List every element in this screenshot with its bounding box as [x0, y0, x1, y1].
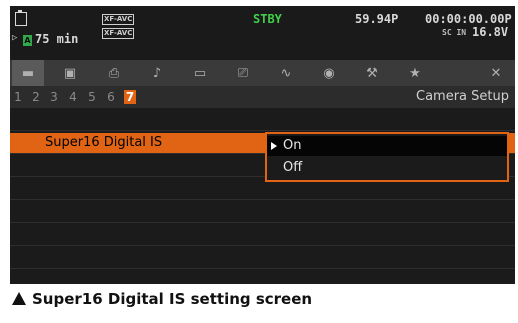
page-7[interactable]: 7 — [124, 90, 136, 104]
voltage: 16.8V — [472, 25, 509, 39]
page-title: Camera Setup — [416, 89, 509, 104]
menu-row — [10, 246, 515, 269]
menu-row — [10, 200, 515, 223]
close-icon[interactable]: ✕ — [480, 60, 512, 86]
battery-label: SC IN — [442, 28, 467, 37]
tab-network-icon[interactable]: ◉ — [313, 60, 345, 86]
media-indicator-icon: ▷ — [12, 33, 18, 43]
page-6[interactable]: 6 — [105, 90, 117, 104]
triangle-icon — [12, 292, 26, 305]
tab-playback-icon[interactable]: ⎚ — [227, 60, 259, 86]
option-on[interactable]: On — [267, 136, 507, 156]
tab-audio-icon[interactable]: ♪ — [141, 60, 173, 86]
menu-tab-bar: ▬ ▣ ⎙ ♪ ▭ ⎚ ∿ ◉ ⚒ ★ ✕ — [10, 60, 515, 86]
tab-monitor-icon[interactable]: ▭ — [184, 60, 216, 86]
tab-recording-setup-icon[interactable]: ⎙ — [98, 60, 130, 86]
page-3[interactable]: 3 — [48, 90, 60, 104]
tab-camera-icon[interactable]: ▬ — [12, 60, 44, 86]
menu-row — [10, 269, 515, 284]
tab-system-setup-icon[interactable]: ⚒ — [356, 60, 388, 86]
tab-image-icon[interactable]: ▣ — [54, 60, 86, 86]
page-selector: 1 2 3 4 5 6 7 Camera Setup — [10, 86, 515, 108]
menu-item-label: Super16 Digital IS — [45, 135, 163, 150]
timecode: 00:00:00.00P — [425, 12, 512, 26]
page-2[interactable]: 2 — [30, 90, 42, 104]
record-state: STBY — [253, 12, 282, 26]
option-off[interactable]: Off — [267, 158, 507, 178]
codec-top: XF-AVC — [102, 14, 135, 25]
tab-waveform-icon[interactable]: ∿ — [270, 60, 302, 86]
frame-rate: 59.94P — [355, 12, 399, 26]
menu-row — [10, 108, 515, 131]
menu-row — [10, 223, 515, 246]
battery-icon — [15, 10, 27, 26]
status-bar: ▷ A 75 min XF-AVC XF-AVC STBY 59.94P 00:… — [10, 6, 515, 60]
page-1[interactable]: 1 — [12, 90, 24, 104]
figure-caption: Super16 Digital IS setting screen — [12, 290, 312, 308]
camera-screen: ▷ A 75 min XF-AVC XF-AVC STBY 59.94P 00:… — [10, 6, 515, 284]
cursor-icon — [271, 142, 277, 150]
page-5[interactable]: 5 — [86, 90, 98, 104]
media-slot: A — [23, 35, 32, 46]
remaining-time: 75 min — [35, 32, 79, 46]
tab-my-menu-icon[interactable]: ★ — [399, 60, 431, 86]
codec-bottom: XF-AVC — [102, 28, 135, 39]
option-popup: On Off — [265, 132, 509, 182]
page-4[interactable]: 4 — [67, 90, 79, 104]
